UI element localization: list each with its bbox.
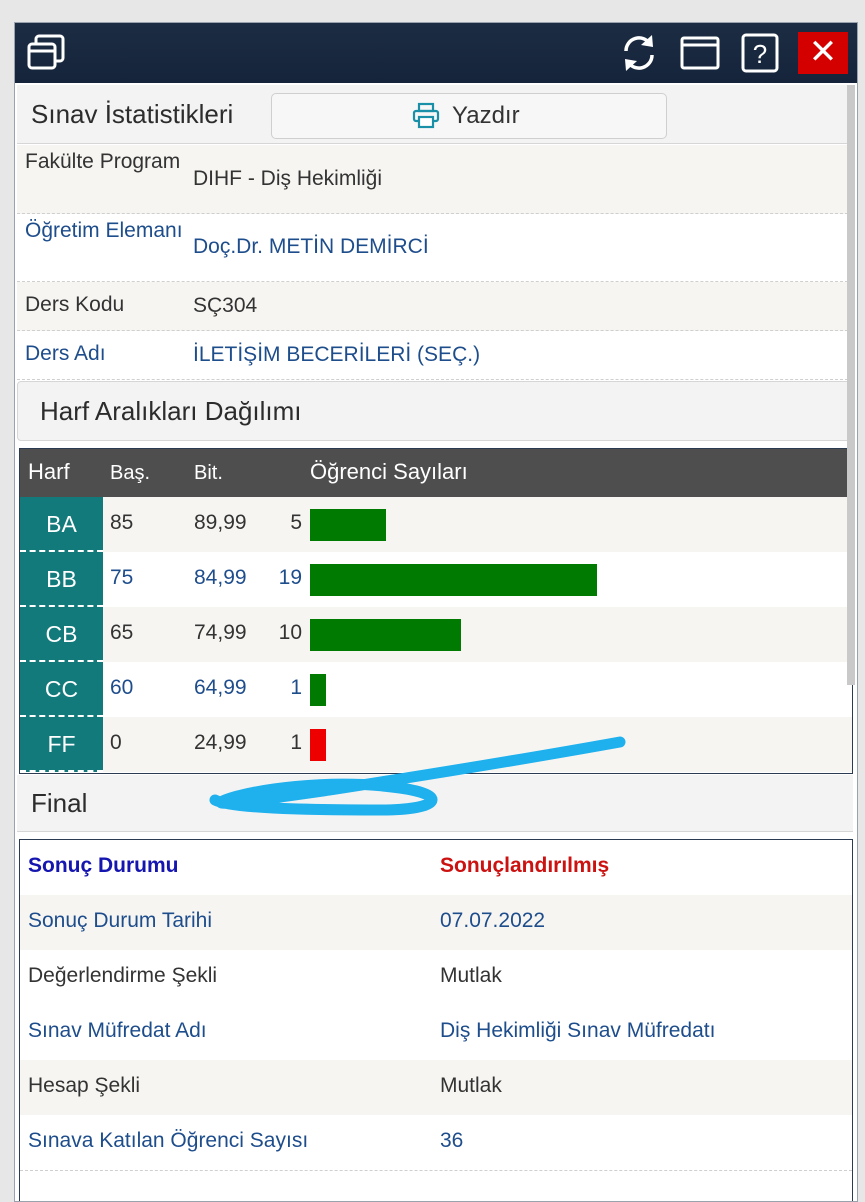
help-icon[interactable]: ? <box>739 32 781 74</box>
distribution-header: Harf Aralıkları Dağılımı <box>17 381 855 441</box>
final-label: Sınava Katılan Öğrenci Sayısı <box>28 1129 309 1152</box>
distribution-row: CC 60 64,99 1 <box>20 662 852 717</box>
col-letter: Harf <box>28 459 70 484</box>
grade-letter: CB <box>20 607 103 662</box>
final-value: Mutlak <box>440 964 502 987</box>
col-end: Bit. <box>194 462 223 484</box>
count-bar <box>310 729 326 761</box>
exam-stats-window: ? ✕ Sınav İstatistikleri Yazdır Fakülte … <box>14 22 858 1202</box>
info-row-course-code: Ders Kodu SÇ304 <box>17 282 853 331</box>
close-button[interactable]: ✕ <box>798 32 848 74</box>
title-bar: ? ✕ <box>15 23 857 83</box>
distribution-row: CB 65 74,99 10 <box>20 607 852 662</box>
final-row-participants: Sınava Katılan Öğrenci Sayısı 36 <box>20 1115 852 1171</box>
student-count: 10 <box>278 621 302 644</box>
final-label: Sonuç Durumu <box>28 854 179 877</box>
final-value: 36 <box>440 1129 464 1152</box>
count-bar <box>310 509 386 541</box>
final-row-status-date: Sonuç Durum Tarihi 07.07.2022 <box>20 895 852 951</box>
distribution-row: BB 75 84,99 19 <box>20 552 852 607</box>
grade-letter: BB <box>20 552 103 607</box>
range-start: 60 <box>110 676 134 699</box>
final-details-table: Sonuç Durumu Sonuçlandırılmış Sonuç Duru… <box>19 839 853 1201</box>
grade-letter: BA <box>20 497 103 552</box>
range-start: 0 <box>110 731 122 754</box>
final-row-curriculum: Sınav Müfredat Adı Diş Hekimliği Sınav M… <box>20 1005 852 1061</box>
close-icon[interactable]: ✕ <box>809 33 838 71</box>
svg-text:?: ? <box>753 39 767 69</box>
page-title: Sınav İstatistikleri <box>31 99 234 129</box>
count-bar <box>310 619 461 651</box>
range-end: 24,99 <box>194 731 247 754</box>
page-header: Sınav İstatistikleri Yazdır <box>17 85 853 144</box>
distribution-row: FF 0 24,99 1 <box>20 717 852 772</box>
col-start: Baş. <box>110 462 151 484</box>
range-end: 64,99 <box>194 676 247 699</box>
print-label: Yazdır <box>452 102 520 129</box>
info-row-faculty: Fakülte Program DIHF - Diş Hekimliği <box>17 145 853 214</box>
range-start: 75 <box>110 566 134 589</box>
print-button[interactable]: Yazdır <box>271 93 667 139</box>
grade-distribution-table: Harf Baş. Bit. Öğrenci Sayıları BA 85 89,9… <box>19 448 853 774</box>
final-label: Sınav Müfredat Adı <box>28 1019 207 1042</box>
info-row-instructor: Öğretim Elemanı Doç.Dr. METİN DEMİRCİ <box>17 214 853 282</box>
info-label: Öğretim Elemanı <box>25 219 183 242</box>
info-value: Doç.Dr. METİN DEMİRCİ <box>193 235 429 258</box>
info-value: SÇ304 <box>193 294 258 317</box>
range-end: 74,99 <box>194 621 247 644</box>
refresh-icon[interactable] <box>618 32 660 74</box>
final-value: 07.07.2022 <box>440 909 546 932</box>
info-label: Ders Adı <box>25 342 106 365</box>
info-value: İLETİŞİM BECERİLERİ (SEÇ.) <box>193 343 481 366</box>
range-start: 85 <box>110 511 134 534</box>
final-row-calculation: Hesap Şekli Mutlak <box>20 1060 852 1116</box>
printer-icon <box>412 102 440 130</box>
col-students: Öğrenci Sayıları <box>310 459 468 484</box>
status-badge: Sonuçlandırılmış <box>440 854 610 877</box>
count-bar <box>310 564 597 596</box>
windows-icon[interactable] <box>25 32 67 74</box>
info-row-course-name: Ders Adı İLETİŞİM BECERİLERİ (SEÇ.) <box>17 331 853 380</box>
student-count: 1 <box>290 676 302 699</box>
info-value: DIHF - Diş Hekimliği <box>193 167 382 190</box>
distribution-table-header: Harf Baş. Bit. Öğrenci Sayıları <box>20 449 852 497</box>
final-row-evaluation: Değerlendirme Şekli Mutlak <box>20 950 852 1006</box>
course-info-table: Fakülte Program DIHF - Diş Hekimliği Öğr… <box>17 145 853 380</box>
final-row-status: Sonuç Durumu Sonuçlandırılmış <box>20 840 852 896</box>
scrollbar[interactable] <box>847 85 855 685</box>
maximize-icon[interactable] <box>679 32 721 74</box>
student-count: 19 <box>278 566 302 589</box>
distribution-row: BA 85 89,99 5 <box>20 497 852 552</box>
count-bar <box>310 674 326 706</box>
range-start: 65 <box>110 621 134 644</box>
grade-letter: FF <box>20 717 103 772</box>
scroll-thumb[interactable] <box>847 85 855 685</box>
student-count: 1 <box>290 731 302 754</box>
final-title: Final <box>31 788 88 818</box>
final-label: Değerlendirme Şekli <box>28 964 218 987</box>
final-label: Hesap Şekli <box>28 1074 141 1097</box>
grade-letter: CC <box>20 662 103 717</box>
final-label: Sonuç Durum Tarihi <box>28 909 213 932</box>
info-label: Fakülte Program <box>25 150 181 173</box>
final-value: Diş Hekimliği Sınav Müfredatı <box>440 1019 716 1042</box>
student-count: 5 <box>290 511 302 534</box>
distribution-title: Harf Aralıkları Dağılımı <box>40 396 302 426</box>
range-end: 84,99 <box>194 566 247 589</box>
info-label: Ders Kodu <box>25 293 125 316</box>
final-value: Mutlak <box>440 1074 502 1097</box>
range-end: 89,99 <box>194 511 247 534</box>
final-header: Final <box>17 775 853 832</box>
